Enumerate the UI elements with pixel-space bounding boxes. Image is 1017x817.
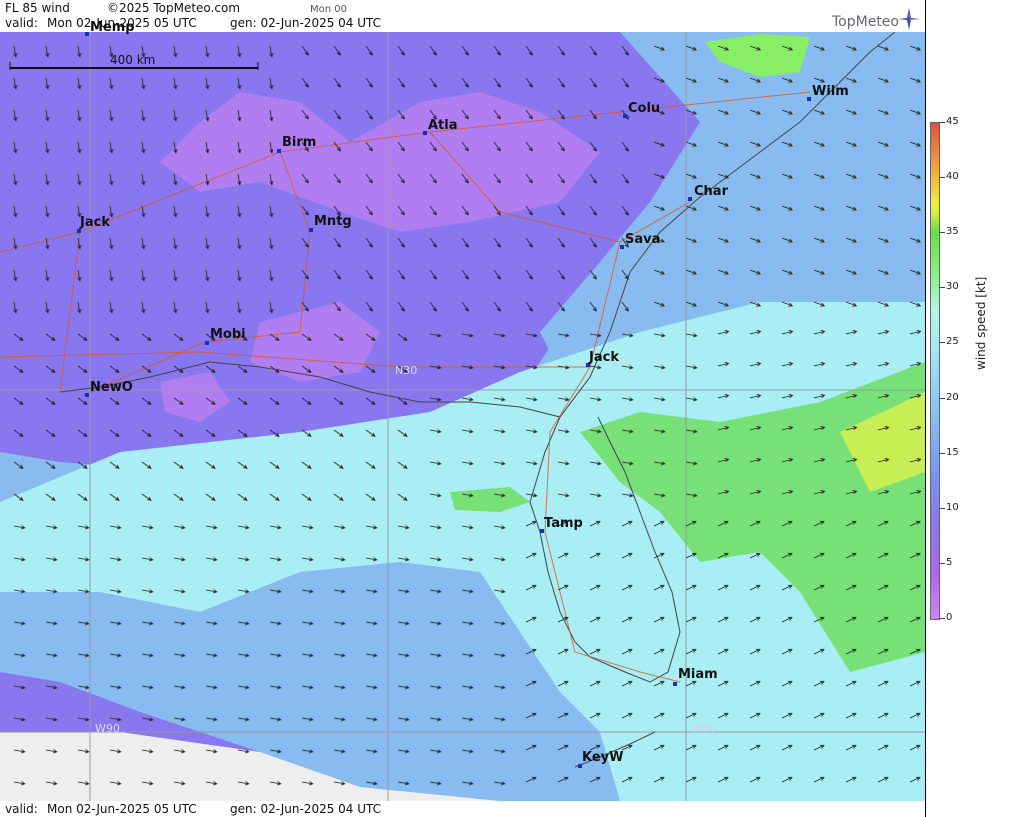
legend-tick <box>939 342 945 344</box>
legend-tick-label: 10 <box>946 501 959 513</box>
wind-map[interactable]: 400 km N30 W90 W80 <box>0 32 925 801</box>
generated-time: gen: 02-Jun-2025 04 UTC <box>230 16 382 30</box>
longitude-label-w80: W80 <box>692 722 717 735</box>
city-dot <box>85 393 89 397</box>
footer-valid-label: valid: <box>5 802 38 816</box>
legend-tick-label: 0 <box>946 612 953 623</box>
legend-tick <box>939 122 945 123</box>
scale-label: 400 km <box>110 53 155 67</box>
city-label[interactable]: KeyW <box>582 750 623 765</box>
legend-tick-label: 5 <box>946 556 953 568</box>
city-label[interactable]: NewO <box>90 380 133 395</box>
legend-tick <box>939 177 945 179</box>
wind-speed-legend: 45 40 35 30 25 20 15 10 5 0 wind speed [kt] <box>925 0 1017 817</box>
colorbar <box>930 122 940 620</box>
city-dot <box>85 32 89 36</box>
copyright-text: ©2025 TopMeteo.com <box>107 1 241 15</box>
city-label[interactable]: Tamp <box>544 516 583 531</box>
city-label[interactable]: Char <box>694 184 728 199</box>
legend-tick <box>939 618 945 619</box>
city-dot <box>620 245 624 249</box>
legend-tick-label: 25 <box>946 336 959 348</box>
city-dot <box>277 149 281 153</box>
legend-tick <box>939 287 945 289</box>
legend-tick-label: 45 <box>946 116 959 127</box>
legend-tick <box>939 562 945 564</box>
city-label[interactable]: Jack <box>589 350 619 365</box>
city-dot <box>423 131 427 135</box>
legend-tick-label: 40 <box>946 171 959 183</box>
map-header: FL 85 wind ©2025 TopMeteo.com Mon 00 val… <box>0 0 925 32</box>
legend-tick-label: 35 <box>946 226 959 238</box>
legend-tick-label: 20 <box>946 391 959 403</box>
city-dot <box>807 97 811 101</box>
topmeteo-logo: TopMeteo <box>832 8 924 30</box>
latitude-label: N30 <box>395 364 417 377</box>
city-label[interactable]: Miam <box>678 667 718 682</box>
legend-tick <box>939 507 945 509</box>
city-label[interactable]: Birm <box>282 135 316 150</box>
footer-valid-time: Mon 02-Jun-2025 05 UTC <box>47 802 197 816</box>
city-label[interactable]: Mntg <box>314 214 352 229</box>
city-dot <box>205 341 209 345</box>
city-dot <box>688 197 692 201</box>
city-label[interactable]: Mobi <box>210 327 246 342</box>
city-dot <box>673 682 677 686</box>
city-label[interactable]: Jack <box>80 215 110 230</box>
map-footer: valid: Mon 02-Jun-2025 05 UTC gen: 02-Ju… <box>0 801 925 817</box>
longitude-label-w90: W90 <box>95 722 120 735</box>
legend-title: wind speed [kt] <box>974 276 988 370</box>
legend-tick <box>939 452 945 454</box>
city-label[interactable]: Memp <box>90 20 135 35</box>
city-label[interactable]: Atla <box>428 118 458 133</box>
city-dot <box>623 114 627 118</box>
legend-tick-label: 15 <box>946 446 959 458</box>
valid-label: valid: <box>5 16 38 30</box>
run-label: Mon 00 <box>310 4 347 15</box>
city-label[interactable]: Wilm <box>812 84 849 99</box>
city-label[interactable]: Colu <box>628 101 660 116</box>
compass-star-icon <box>898 8 920 30</box>
legend-tick <box>939 397 945 399</box>
city-label[interactable]: Sava <box>625 232 660 247</box>
product-title: FL 85 wind <box>5 1 70 15</box>
city-dot <box>309 228 313 232</box>
legend-tick-label: 30 <box>946 281 959 293</box>
footer-generated-time: gen: 02-Jun-2025 04 UTC <box>230 802 382 816</box>
legend-tick <box>939 232 945 234</box>
